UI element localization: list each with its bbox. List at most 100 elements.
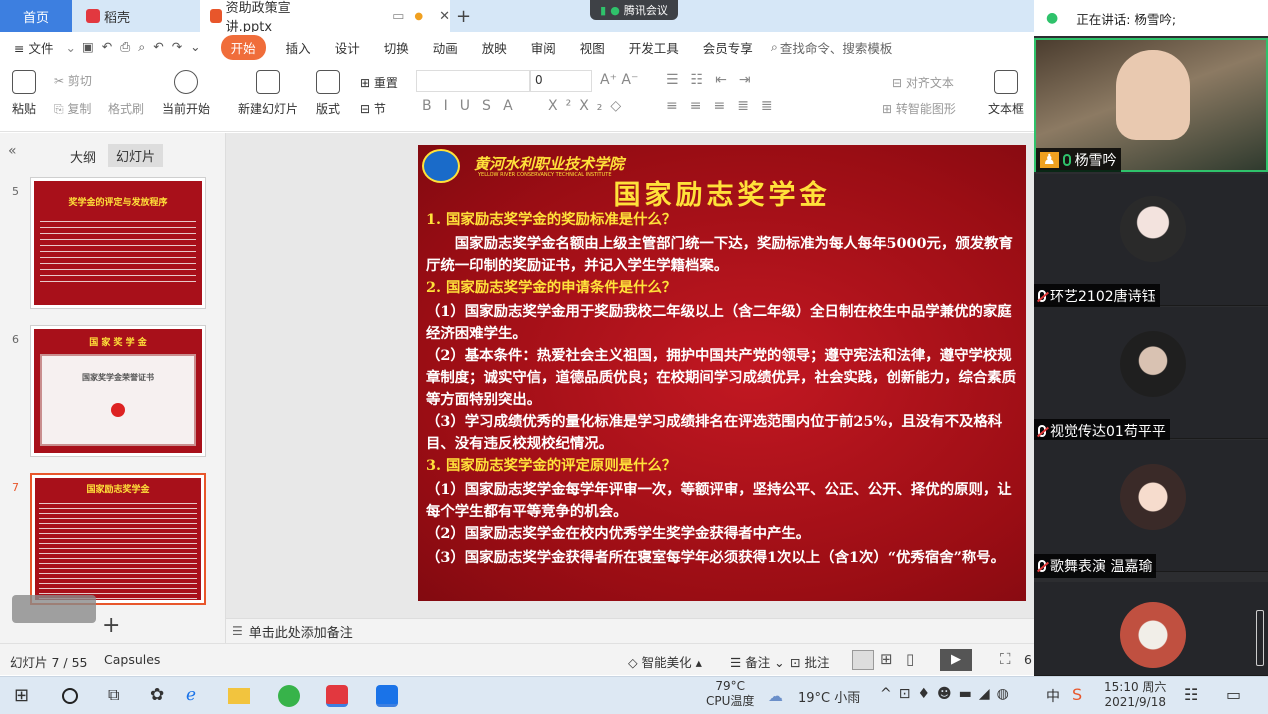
weather-text[interactable]: 19°C 小雨 [798,687,860,706]
paste-button[interactable]: 粘贴 [12,70,36,117]
sogou-icon[interactable]: S [1072,685,1082,704]
play-icon [174,70,198,94]
daoke-icon [86,9,100,23]
name-tag: 环艺2102唐诗钰 [1034,284,1160,308]
menu-developer[interactable]: 开发工具 [617,38,691,57]
font-style-icons[interactable]: BIUSA [422,98,525,114]
slide-thumb-6[interactable]: 国 家 奖 学 金 国家奖学金荣誉证书 [30,325,206,457]
weather-icon: ☁ [768,687,783,705]
cut-button[interactable]: ✂ 剪切 [54,72,92,89]
comment-button[interactable]: ⊡ 批注 [790,652,829,671]
menu-view[interactable]: 视图 [568,38,617,57]
slide[interactable]: 黄河水利职业技术学院 YELLOW RIVER CONSERVANCY TECH… [418,145,1026,601]
video-tile[interactable] [1034,582,1268,676]
clock-date: 2021/9/18 [1104,695,1166,709]
zoom-level: 6 [1024,652,1032,667]
slide-thumb-7[interactable]: 国家励志奖学金 [30,473,206,605]
menu-slideshow[interactable]: 放映 [470,38,519,57]
menu-start[interactable]: 开始 [220,34,266,60]
grid-view-icon[interactable]: ⊞ [880,650,893,668]
quick-access-icons[interactable]: ▣↶⎙⌕↶↷⌄ [82,39,209,55]
mic-muted-icon [1038,560,1046,572]
tray-icons[interactable]: ^⊡♦☻▬◢◍ [880,686,1016,702]
reset-button[interactable]: ⊞ 重置 [360,74,398,91]
menu-member[interactable]: 会员专享 [691,38,765,57]
task-view-icon[interactable]: ⧉ [108,685,130,707]
format-painter-button[interactable]: 格式刷 [108,100,144,117]
thumb-6-cert: 国家奖学金荣誉证书 [82,373,154,382]
add-slide-button[interactable]: + [102,613,120,638]
notes-button[interactable]: ☰ 备注 ⌄ [730,652,785,671]
new-slide-icon [256,70,280,94]
ie-icon[interactable] [278,685,300,707]
video-tile[interactable]: 歌舞表演 温嘉瑜 [1034,440,1268,578]
question-1: 1. 国家励志奖学金的奖励标准是什么？ [426,211,677,228]
copy-button[interactable]: ⎘ 复制 [54,100,91,117]
reading-view-icon[interactable]: ▯ [906,650,914,668]
list-icons[interactable]: ☰☷⇤⇥ [666,72,763,88]
textbox-button[interactable]: 文本框 [988,70,1024,117]
layout-button[interactable]: 版式 [316,70,340,117]
script-icons[interactable]: X²X₂◇ [548,98,629,114]
menu-review[interactable]: 审阅 [519,38,568,57]
browser-icon[interactable]: ℯ [186,685,208,707]
float-toolbar[interactable] [12,595,96,623]
from-current-button[interactable]: 当前开始 [162,70,210,117]
folder-icon[interactable] [228,688,250,704]
tab-daoke[interactable]: 稻壳 [76,0,196,32]
scrollbar[interactable] [1256,610,1264,666]
play-button[interactable]: ▶ [940,649,972,671]
window-icon[interactable]: ▭ [392,9,404,24]
search-command[interactable]: 查找命令、搜索模板 [780,38,893,57]
avatar [1120,602,1186,668]
menu-transition[interactable]: 切换 [372,38,421,57]
tab-pptx[interactable]: 资助政策宣讲.pptx ▭ ● ✕ [200,0,450,35]
normal-view-icon[interactable] [852,650,874,670]
unsaved-dot-icon: ● [414,10,424,22]
tab-slides[interactable]: 幻灯片 [108,144,164,167]
notes-app-icon[interactable]: ☷ [1184,685,1198,704]
font-size-select[interactable]: 0 [530,70,592,92]
new-tab-button[interactable]: + [456,0,471,32]
notes-bar[interactable]: ☰ 单击此处添加备注 [226,618,1034,643]
tab-home[interactable]: 首页 [0,0,72,32]
align-icons[interactable]: ≡≡≡≣≣ [666,98,785,114]
thumb-5-text [40,216,196,286]
menu-file[interactable]: ≡ 文件 [0,38,65,57]
cpu-temp: 79°C CPU温度 [706,679,754,709]
fit-icon[interactable]: ⛶ [1000,650,1011,668]
font-grow-icon[interactable]: A⁺ A⁻ [600,72,638,88]
slide-thumb-5[interactable]: 奖学金的评定与发放程序 [30,177,206,309]
tencent-meeting-icon[interactable] [376,685,398,707]
clock-time: 15:10 周六 [1104,680,1167,694]
section-button[interactable]: ⊟ 节 [360,100,386,117]
meeting-pill[interactable]: ▮ ● 腾讯会议 [590,0,678,20]
windows-start-icon[interactable]: ⊞ [14,685,36,707]
smart-graphic-button[interactable]: ⊞ 转智能图形 [882,100,956,117]
app-icon[interactable]: ✿ [150,685,172,707]
tab-outline[interactable]: 大纲 [70,147,96,166]
thumb-6-title: 国 家 奖 学 金 [89,338,147,348]
video-tile[interactable]: 视觉传达01苟平平 [1034,307,1268,443]
wps-icon[interactable] [326,685,348,707]
collapse-icon[interactable]: « [8,143,17,159]
search-icon[interactable] [62,688,78,704]
title-bar: 首页 稻壳 资助政策宣讲.pptx ▭ ● ✕ + ▮ ● 腾讯会议 [0,0,1034,35]
paste-icon [12,70,36,94]
new-slide-button[interactable]: 新建幻灯片 [238,70,298,117]
menu-design[interactable]: 设计 [323,38,372,57]
textbox-label: 文本框 [988,102,1025,116]
close-tab-icon[interactable]: ✕ [439,9,450,24]
participant-name: 歌舞表演 温嘉瑜 [1050,559,1153,575]
video-tile-self[interactable]: ♟ 杨雪吟 [1034,38,1268,172]
video-tile[interactable]: 环艺2102唐诗钰 [1034,174,1268,308]
align-text-button[interactable]: ⊟ 对齐文本 [892,74,954,91]
clock[interactable]: 15:10 周六 2021/9/18 [1104,680,1166,710]
beautify-button[interactable]: ◇ 智能美化 ▴ [628,652,702,671]
menu-insert[interactable]: 插入 [274,38,323,57]
notification-icon[interactable]: ▭ [1226,685,1241,704]
host-icon: ♟ [1040,152,1059,168]
menu-animation[interactable]: 动画 [421,38,470,57]
ime-indicator[interactable]: 中 [1046,686,1060,706]
font-name-select[interactable] [416,70,530,92]
